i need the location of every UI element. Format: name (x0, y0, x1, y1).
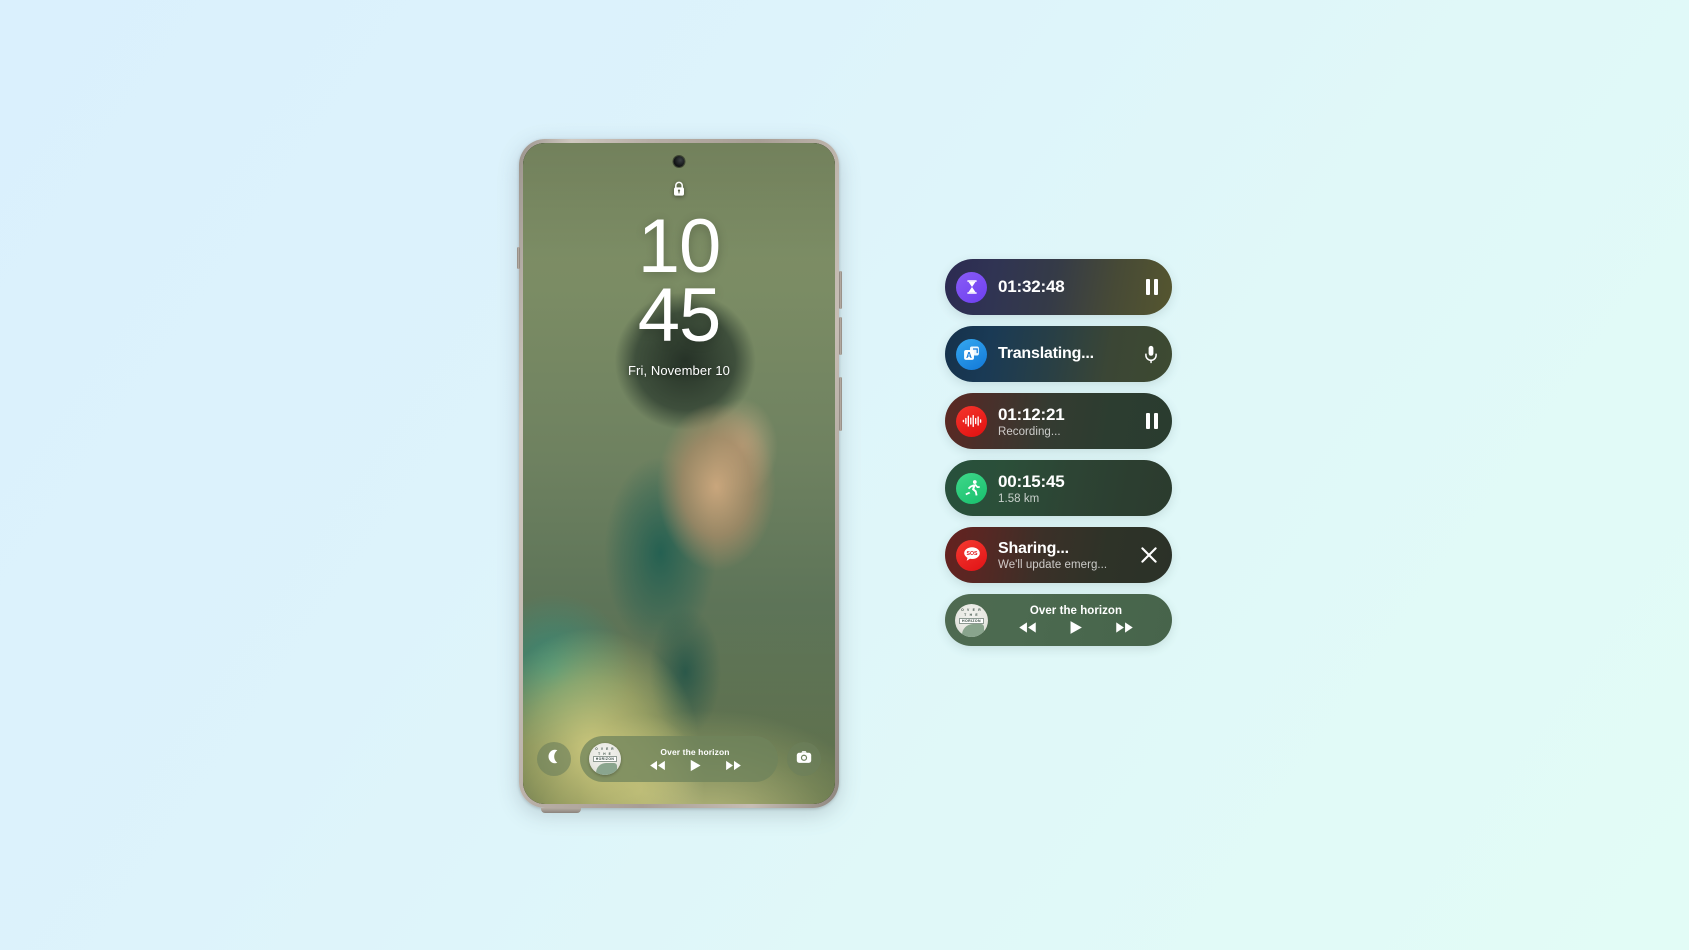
power-button[interactable] (838, 377, 842, 431)
phone-stand-foot (541, 808, 581, 813)
album-art-swoosh (596, 763, 617, 775)
close-icon (1141, 547, 1157, 563)
clock-minutes: 45 (637, 272, 722, 358)
lockscreen-clock: 10 45 Fri, November 10 (523, 204, 835, 378)
phone-device: 10 45 Fri, November 10 O V E R T H E HOR… (516, 139, 842, 813)
recorder-status: Recording... (998, 425, 1061, 438)
lock-icon[interactable] (673, 181, 686, 197)
volume-down-button[interactable] (838, 317, 842, 355)
live-card-timer[interactable]: 01:32:48 (945, 259, 1172, 315)
album-art-band: HORIZON (959, 617, 984, 624)
next-track-button[interactable] (725, 760, 742, 771)
live-card-media-player[interactable]: O V E R T H E HORIZON Over the horizon (945, 594, 1172, 646)
hourglass-icon (956, 271, 987, 303)
timer-pause-button[interactable] (1146, 279, 1158, 295)
album-art-line3: HORIZON (595, 757, 615, 761)
volume-up-button[interactable] (838, 271, 842, 309)
sos-icon: SOS (956, 539, 987, 571)
pause-icon (1146, 413, 1158, 429)
run-elapsed: 00:15:45 (998, 471, 1065, 491)
phone-icon (547, 749, 562, 769)
camera-shortcut-button[interactable] (787, 742, 821, 776)
translate-letter: A (966, 350, 972, 359)
card-body: 01:32:48 (998, 277, 1138, 297)
live-notifications-column: 01:32:48 A Translating... 01:12:21 Recor… (945, 259, 1172, 646)
media-track-title: Over the horizon (1029, 605, 1123, 617)
next-track-button[interactable] (1115, 621, 1134, 634)
camera-icon (796, 750, 812, 769)
run-distance: 1.58 km (998, 492, 1040, 505)
album-art-line3: HORIZON (962, 618, 981, 623)
album-art: O V E R T H E HORIZON (589, 743, 621, 775)
phone-shortcut-button[interactable] (537, 742, 571, 776)
previous-track-button[interactable] (649, 760, 666, 771)
sos-status: Sharing... (998, 539, 1069, 557)
waveform-icon (956, 405, 987, 437)
sos-description: We'll update emerg... (998, 558, 1108, 571)
translate-status: Translating... (998, 345, 1094, 362)
live-card-running[interactable]: 00:15:45 1.58 km (945, 460, 1172, 516)
pause-icon (1146, 279, 1158, 295)
recorder-pause-button[interactable] (1146, 413, 1158, 429)
card-body: Sharing... We'll update emerg... (998, 540, 1132, 571)
live-card-voice-recorder[interactable]: 01:12:21 Recording... (945, 393, 1172, 449)
phone-screen[interactable]: 10 45 Fri, November 10 O V E R T H E HOR… (523, 143, 835, 804)
card-body: Translating... (998, 345, 1136, 363)
sos-label: SOS (966, 551, 977, 557)
clock-hours: 10 (637, 204, 722, 289)
card-body: 01:12:21 Recording... (998, 405, 1138, 438)
phone-frame: 10 45 Fri, November 10 O V E R T H E HOR… (516, 139, 842, 813)
microphone-icon (1145, 345, 1157, 363)
lockscreen-date: Fri, November 10 (627, 362, 731, 378)
previous-track-button[interactable] (1018, 621, 1037, 634)
album-art: O V E R T H E HORIZON (955, 603, 988, 637)
sos-close-button[interactable] (1140, 546, 1158, 564)
live-card-translate[interactable]: A Translating... (945, 326, 1172, 382)
lockscreen-media-body: Over the horizon (621, 747, 769, 772)
album-art-band: HORIZON (593, 756, 617, 762)
media-card-body: Over the horizon (992, 605, 1160, 635)
running-icon (956, 472, 987, 504)
play-button[interactable] (1069, 620, 1083, 635)
media-controls (1018, 620, 1134, 635)
lockscreen-dock: O V E R T H E HORIZON Over the horizon (523, 736, 835, 782)
front-camera-icon (673, 156, 685, 167)
lockscreen-media-controls (649, 759, 742, 772)
recorder-elapsed: 01:12:21 (998, 404, 1065, 424)
play-button[interactable] (689, 759, 702, 772)
translate-mic-button[interactable] (1144, 345, 1158, 364)
card-body: 00:15:45 1.58 km (998, 472, 1158, 505)
timer-elapsed: 01:32:48 (998, 277, 1065, 296)
album-art-swoosh (962, 623, 984, 637)
live-card-emergency-sharing[interactable]: SOS Sharing... We'll update emerg... (945, 527, 1172, 583)
lockscreen-media-player[interactable]: O V E R T H E HORIZON Over the horizon (580, 736, 778, 782)
lockscreen-media-title: Over the horizon (660, 746, 730, 757)
translate-icon: A (956, 338, 987, 370)
sim-tray-slot (516, 247, 520, 269)
